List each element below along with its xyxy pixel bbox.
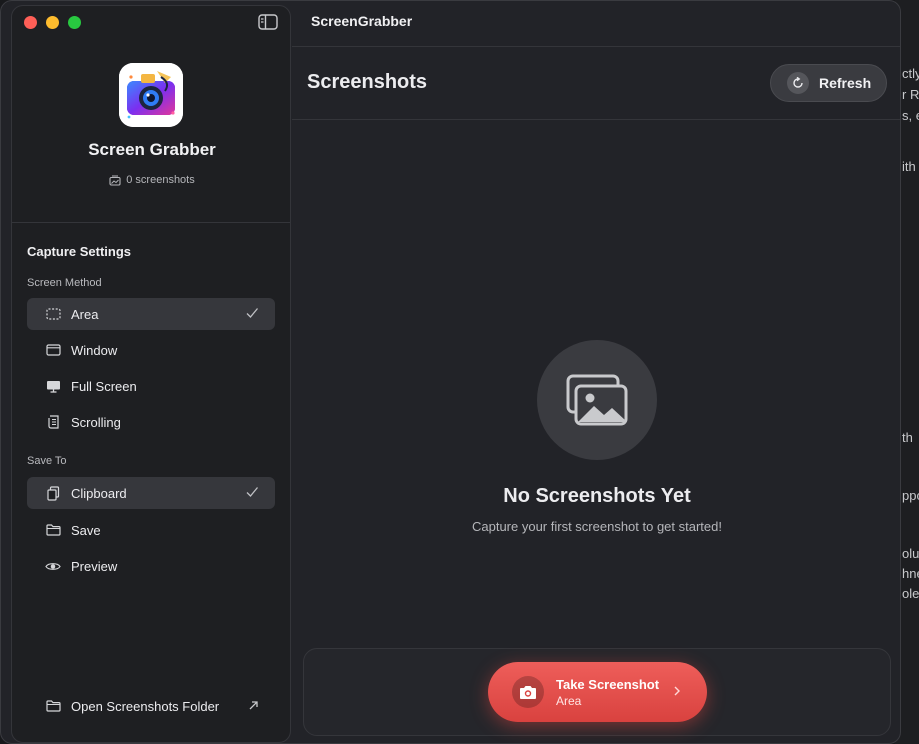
- zoom-window-button[interactable]: [68, 16, 81, 29]
- save-file[interactable]: Save: [27, 514, 275, 546]
- checkmark-icon: [246, 487, 259, 497]
- display-icon: [45, 378, 61, 394]
- method-scrolling-label: Scrolling: [71, 414, 121, 430]
- screenshot-count: 0 screenshots: [12, 174, 292, 186]
- checkmark-icon: [246, 308, 259, 318]
- refresh-label: Refresh: [819, 75, 872, 91]
- method-scrolling[interactable]: Scrolling: [27, 406, 275, 438]
- eye-icon: [45, 558, 61, 574]
- background-text: ctly: [902, 66, 919, 81]
- open-folder-label: Open Screenshots Folder: [71, 698, 220, 714]
- background-text: ith: [902, 159, 916, 174]
- take-screenshot-button[interactable]: Take Screenshot Area: [488, 662, 707, 722]
- sidebar: Screen Grabber 0 screenshots Capture Set…: [11, 5, 291, 743]
- page-title: Screenshots: [307, 71, 428, 93]
- external-arrow-icon: [249, 701, 258, 710]
- background-text: th: [902, 430, 913, 445]
- take-screenshot-mode: Area: [556, 693, 582, 708]
- background-text: olu: [902, 546, 919, 561]
- photos-icon: [566, 374, 628, 426]
- method-full-screen-label: Full Screen: [71, 378, 137, 394]
- capture-settings-title: Capture Settings: [27, 244, 132, 259]
- empty-state-title: No Screenshots Yet: [503, 485, 691, 507]
- background-text: ppo: [902, 488, 919, 503]
- save-preview[interactable]: Preview: [27, 550, 275, 582]
- header-divider: [292, 119, 900, 120]
- minimize-window-button[interactable]: [46, 16, 59, 29]
- chevron-right-icon: [674, 686, 680, 696]
- background-text: hne: [902, 566, 919, 581]
- save-preview-label: Preview: [71, 558, 118, 574]
- method-area-label: Area: [71, 306, 99, 322]
- empty-state-illustration: [537, 340, 657, 460]
- titlebar-divider: [292, 46, 900, 47]
- camera-icon: [512, 676, 544, 708]
- clipboard-icon: [45, 485, 61, 501]
- empty-state-subtitle: Capture your first screenshot to get sta…: [471, 519, 722, 534]
- open-screenshots-folder-button[interactable]: Open Screenshots Folder: [27, 691, 275, 721]
- folder-icon: [45, 698, 61, 714]
- app-window: Screen Grabber 0 screenshots Capture Set…: [0, 0, 901, 744]
- sidebar-toggle-icon[interactable]: [258, 14, 278, 30]
- refresh-icon: [787, 72, 809, 94]
- take-screenshot-label: Take Screenshot: [556, 676, 660, 692]
- background-text: r Re: [902, 87, 919, 102]
- method-area[interactable]: Area: [27, 298, 275, 330]
- save-clipboard[interactable]: Clipboard: [27, 477, 275, 509]
- area-icon: [45, 306, 61, 322]
- background-text: ole: [902, 586, 919, 601]
- folder-icon: [45, 522, 61, 538]
- save-to-label: Save To: [27, 455, 67, 467]
- screenshot-count-text: 0 screenshots: [126, 174, 195, 186]
- window-title: ScreenGrabber: [311, 13, 413, 29]
- close-window-button[interactable]: [24, 16, 37, 29]
- app-name: Screen Grabber: [88, 140, 216, 159]
- window-icon: [45, 342, 61, 358]
- save-file-label: Save: [71, 522, 101, 538]
- save-clipboard-label: Clipboard: [71, 485, 127, 501]
- method-window[interactable]: Window: [27, 334, 275, 366]
- background-text: s, e: [902, 108, 919, 123]
- scroll-icon: [45, 414, 61, 430]
- method-window-label: Window: [71, 342, 118, 358]
- app-logo-icon: [119, 63, 183, 127]
- sidebar-divider: [12, 222, 290, 223]
- refresh-button[interactable]: Refresh: [770, 64, 887, 102]
- screen-method-label: Screen Method: [27, 277, 102, 289]
- photo-stack-icon: [109, 175, 121, 186]
- method-full-screen[interactable]: Full Screen: [27, 370, 275, 402]
